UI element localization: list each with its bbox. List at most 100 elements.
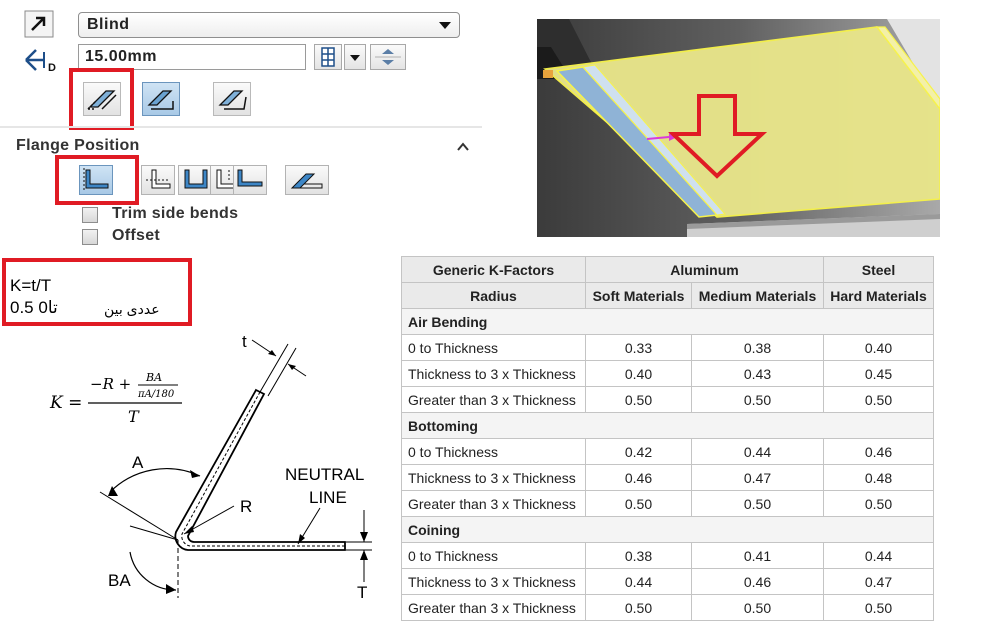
- flange-position-title: Flange Position: [16, 137, 140, 154]
- trim-side-bends-checkbox[interactable]: [82, 207, 98, 223]
- trim-side-bends-label: Trim side bends: [112, 205, 239, 222]
- formula-frac-top: BA: [145, 371, 162, 384]
- soft-value: 0.50: [585, 386, 692, 413]
- label-neutral-1: NEUTRAL: [285, 465, 364, 484]
- soft-value: 0.46: [585, 464, 692, 491]
- hard-value: 0.50: [823, 386, 934, 413]
- inner-virtual-sharp-button[interactable]: [142, 82, 180, 116]
- equation-button[interactable]: [314, 44, 342, 70]
- model-3d-viewport[interactable]: [537, 19, 940, 237]
- hard-value: 0.44: [823, 542, 934, 569]
- medium-value: 0.41: [691, 542, 824, 569]
- end-condition-dropdown[interactable]: Blind: [78, 12, 460, 38]
- medium-value: 0.43: [691, 360, 824, 387]
- k-range-arabic: عددی بین: [104, 301, 160, 317]
- table-row: Greater than 3 x Thickness 0.50 0.50 0.5…: [401, 594, 934, 621]
- end-condition-value: Blind: [87, 16, 130, 33]
- edge-flange-preview: [537, 19, 940, 237]
- highlight-box-flange-length: [69, 68, 134, 130]
- formula-numerator: −R +: [90, 375, 131, 393]
- table-row: 0 to Thickness 0.38 0.41 0.44: [401, 542, 934, 569]
- depth-value: 15.00mm: [85, 48, 157, 65]
- table-row: 0 to Thickness 0.33 0.38 0.40: [401, 334, 934, 361]
- offset-label: Offset: [112, 227, 161, 244]
- bend-from-virtual-button[interactable]: [285, 165, 329, 195]
- soft-value: 0.38: [585, 542, 692, 569]
- group-bottoming: Bottoming: [401, 412, 934, 439]
- soft-value: 0.42: [585, 438, 692, 465]
- bend-outside-button[interactable]: [178, 165, 212, 195]
- row-label: Greater than 3 x Thickness: [401, 490, 586, 517]
- hard-value: 0.45: [823, 360, 934, 387]
- medium-value: 0.50: [691, 490, 824, 517]
- units-dropdown-button[interactable]: [344, 44, 366, 70]
- table-row: Greater than 3 x Thickness 0.50 0.50 0.5…: [401, 386, 934, 413]
- header-medium-materials: Medium Materials: [691, 282, 824, 309]
- row-label: Greater than 3 x Thickness: [401, 386, 586, 413]
- depth-icon: D: [22, 44, 60, 74]
- highlight-box-flange-position: [55, 155, 139, 205]
- tangent-to-bend-icon: [237, 169, 263, 187]
- medium-value: 0.47: [691, 464, 824, 491]
- header-hard-materials: Hard Materials: [823, 282, 934, 309]
- label-neutral-2: LINE: [309, 488, 347, 507]
- tangent-to-bend-button[interactable]: [233, 165, 267, 195]
- k-range-mid: 0تا: [38, 298, 58, 317]
- bend-allowance-diagram: K = −R + BA πA/180 T t A R BA NEUTRAL LI…: [0, 326, 400, 634]
- soft-value: 0.33: [585, 334, 692, 361]
- header-steel: Steel: [823, 256, 934, 283]
- row-label: Greater than 3 x Thickness: [401, 594, 586, 621]
- hard-value: 0.40: [823, 334, 934, 361]
- label-A: A: [132, 453, 144, 472]
- k-range-value: 0.5: [10, 298, 34, 317]
- spin-stepper[interactable]: [370, 44, 406, 70]
- formula-frac-bottom: πA/180: [137, 389, 175, 400]
- row-label: Thickness to 3 x Thickness: [401, 464, 586, 491]
- flange-property-panel: Blind D 15.00mm Flange Position Trim sid…: [0, 0, 482, 252]
- medium-value: 0.46: [691, 568, 824, 595]
- offset-checkbox[interactable]: [82, 229, 98, 245]
- hard-value: 0.50: [823, 490, 934, 517]
- row-label: 0 to Thickness: [401, 438, 586, 465]
- collapse-chevron-up-icon[interactable]: [456, 140, 469, 152]
- k-factor-note-box: K=t/T 0.5 0تا عددی بین: [2, 258, 192, 326]
- soft-value: 0.50: [585, 490, 692, 517]
- label-t: t: [242, 332, 247, 351]
- k-formula-text: K=t/T: [10, 276, 52, 295]
- table-icon: [321, 47, 335, 67]
- medium-value: 0.38: [691, 334, 824, 361]
- inner-virtual-sharp-icon: [147, 90, 174, 110]
- row-label: 0 to Thickness: [401, 334, 586, 361]
- hard-value: 0.50: [823, 594, 934, 621]
- table-row: Thickness to 3 x Thickness 0.44 0.46 0.4…: [401, 568, 934, 595]
- material-outside-button[interactable]: [141, 165, 175, 195]
- header-soft-materials: Soft Materials: [585, 282, 692, 309]
- table-row: 0 to Thickness 0.42 0.44 0.46: [401, 438, 934, 465]
- formula-lhs: K =: [49, 393, 82, 413]
- soft-value: 0.40: [585, 360, 692, 387]
- group-air-bending: Air Bending: [401, 308, 934, 335]
- row-label: Thickness to 3 x Thickness: [401, 568, 586, 595]
- bend-outside-icon: [184, 169, 208, 189]
- group-coining: Coining: [401, 516, 934, 543]
- k-factor-table: Generic K-Factors Aluminum Steel Radius …: [401, 256, 934, 621]
- table-row: Thickness to 3 x Thickness 0.40 0.43 0.4…: [401, 360, 934, 387]
- label-T: T: [357, 583, 367, 602]
- table-row: Thickness to 3 x Thickness 0.46 0.47 0.4…: [401, 464, 934, 491]
- chevron-down-icon: [350, 55, 360, 61]
- header-aluminum: Aluminum: [585, 256, 824, 283]
- medium-value: 0.50: [691, 594, 824, 621]
- row-label: Thickness to 3 x Thickness: [401, 360, 586, 387]
- header-radius: Radius: [401, 282, 586, 309]
- reverse-direction-icon[interactable]: [24, 10, 54, 38]
- formula-denominator: T: [128, 407, 140, 426]
- soft-value: 0.44: [585, 568, 692, 595]
- tangent-bend-icon: [218, 90, 247, 110]
- svg-text:D: D: [48, 62, 56, 74]
- row-label: 0 to Thickness: [401, 542, 586, 569]
- table-row: Greater than 3 x Thickness 0.50 0.50 0.5…: [401, 490, 934, 517]
- tangent-bend-button[interactable]: [213, 82, 251, 116]
- header-generic-k-factors: Generic K-Factors: [401, 256, 586, 283]
- depth-input[interactable]: 15.00mm: [78, 44, 306, 70]
- chevron-down-icon: [439, 22, 451, 29]
